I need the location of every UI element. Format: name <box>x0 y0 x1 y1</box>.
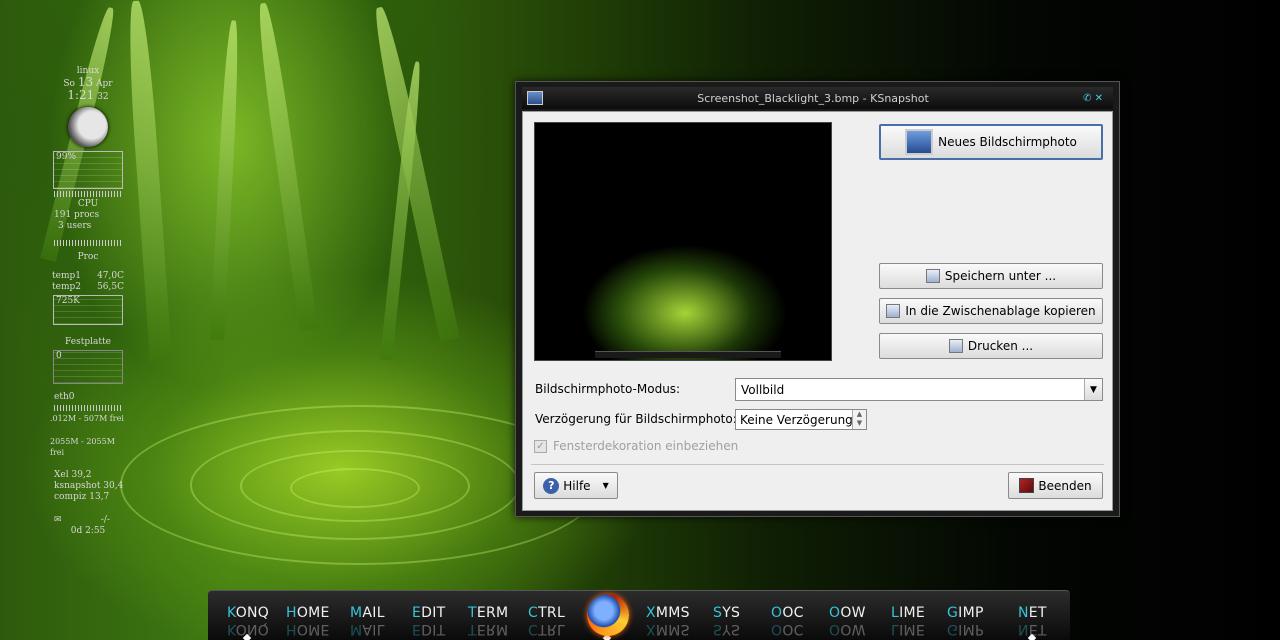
cpu-label: CPU <box>77 199 99 209</box>
dock-item-home[interactable]: HOME HOME <box>286 605 330 637</box>
monitor-camera-icon <box>905 129 934 155</box>
cpu-ticks <box>54 191 122 197</box>
chevron-down-icon[interactable]: ▼ <box>1084 379 1102 400</box>
uptime: 0d 2:55 <box>70 526 106 536</box>
spin-arrows-icon[interactable]: ▲ ▼ <box>852 410 866 429</box>
new-screenshot-button[interactable]: Neues Bildschirmphoto <box>879 124 1103 160</box>
screenshot-preview[interactable] <box>534 122 832 361</box>
proc-ticks <box>54 240 122 246</box>
temp2-row: temp2 56,5C <box>52 282 124 292</box>
firefox-icon[interactable] <box>587 594 629 636</box>
window-titlebar[interactable]: Screenshot_Blacklight_3.bmp - KSnapshot … <box>522 87 1113 109</box>
cpu-graph: 99% <box>53 151 123 189</box>
copy-icon <box>886 304 901 318</box>
top-process-1: Xel 39,2 <box>54 470 92 480</box>
save-as-button[interactable]: Speichern unter ... <box>879 263 1103 289</box>
delay-label: Verzögerung für Bildschirmphoto: <box>535 412 737 426</box>
help-button[interactable]: ? Hilfe ▼ <box>534 472 618 499</box>
net-line2: 2055M - 2055M frei <box>50 437 115 457</box>
copy-clipboard-button[interactable]: In die Zwischenablage kopieren <box>879 298 1103 324</box>
mode-label: Bildschirmphoto-Modus: <box>535 382 681 396</box>
window-title: Screenshot_Blacklight_3.bmp - KSnapshot <box>697 91 929 105</box>
save-icon <box>925 269 940 283</box>
temp1-row: temp1 47,0C <box>52 271 124 281</box>
dock-item-ctrl[interactable]: CTRL CTRL <box>528 605 565 637</box>
top-process-2: ksnapshot 30,4 <box>54 481 124 491</box>
dock-item-term[interactable]: TERM TERM <box>468 605 508 637</box>
separator <box>531 464 1104 465</box>
mail-row: ✉ -/- <box>54 515 110 525</box>
proc-label: Proc <box>77 252 99 262</box>
system-monitor-widget: linux So 13 Apr 1:21 32 99% CPU 191 proc… <box>50 66 126 537</box>
net-ticks <box>54 405 122 411</box>
users-text: 3 users <box>58 221 92 231</box>
delay-spinbox[interactable]: Keine Verzögerung ▲ ▼ <box>735 409 867 430</box>
launcher-dock: KONQ KONQ HOME HOME MAIL MAIL EDIT EDIT TERM… <box>208 590 1070 640</box>
envelope-icon: ✉ <box>54 515 62 525</box>
net-line1: .012M - 507M frei <box>50 414 124 423</box>
dock-item-gimp[interactable]: GIMP GIMP <box>947 605 984 637</box>
dock-item-mail[interactable]: MAIL MAIL <box>350 605 385 637</box>
dock-item-net[interactable]: NET NET <box>1018 605 1047 637</box>
dock-item-ooc[interactable]: OOC OOC <box>771 605 804 637</box>
print-button[interactable]: Drucken ... <box>879 333 1103 359</box>
window-controls-icon[interactable]: ✆ ✕ <box>1083 93 1103 104</box>
dock-item-oow[interactable]: OOW OOW <box>829 605 866 637</box>
disk-graph: 0 <box>53 350 123 384</box>
exit-icon <box>1019 478 1035 493</box>
dock-item-sys[interactable]: SYS SYS <box>713 605 740 637</box>
mode-select[interactable]: Vollbild ▼ <box>735 378 1103 401</box>
disk-label: Festplatte <box>65 337 111 347</box>
procs-text: 191 procs <box>54 210 100 220</box>
dock-item-lime[interactable]: LIME LIME <box>891 605 925 637</box>
chevron-down-icon: ▼ <box>602 481 609 490</box>
window-client-area: Neues Bildschirmphoto Speichern unter ..… <box>522 111 1113 511</box>
clock: 1:21 32 <box>67 88 109 102</box>
printer-icon <box>948 339 963 353</box>
dock-item-edit[interactable]: EDIT EDIT <box>412 605 446 637</box>
preview-dock-thumbnail <box>595 351 781 358</box>
window-decoration-checkbox[interactable]: ✓ Fensterdekoration einbeziehen <box>534 439 738 453</box>
app-icon[interactable] <box>527 91 543 105</box>
ksnapshot-window: Screenshot_Blacklight_3.bmp - KSnapshot … <box>515 81 1120 517</box>
help-icon: ? <box>543 477 560 494</box>
net-label: eth0 <box>54 392 75 402</box>
top-process-3: compiz 13,7 <box>54 492 110 502</box>
dock-item-xmms[interactable]: XMMS XMMS <box>646 605 690 637</box>
checkbox-icon[interactable]: ✓ <box>534 439 547 453</box>
mem-graph: 725K <box>53 295 123 325</box>
quit-button[interactable]: Beenden <box>1008 472 1103 499</box>
dock-item-konq[interactable]: KONQ KONQ <box>227 605 269 637</box>
moon-phase-icon <box>68 107 108 147</box>
